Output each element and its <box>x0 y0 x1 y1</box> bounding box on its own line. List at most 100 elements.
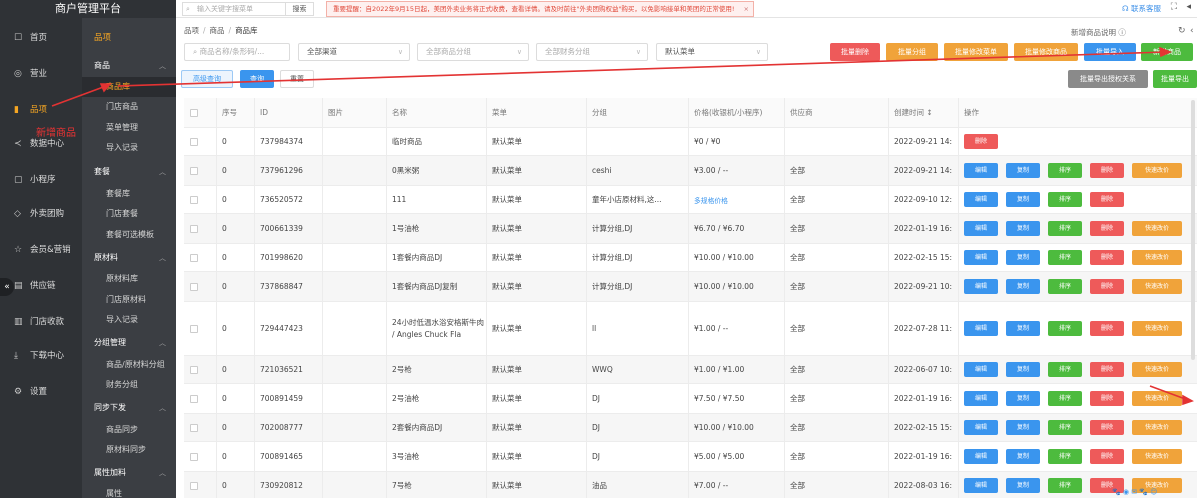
submenu-group-0[interactable]: 商品 ︿ <box>82 56 176 76</box>
submenu-group-3[interactable]: 分组管理 ︿ <box>82 333 176 353</box>
submenu-item[interactable]: 门店套餐 <box>82 204 176 224</box>
quick-button[interactable]: 快速改价 <box>1132 163 1182 178</box>
breadcrumb-item[interactable]: 品项 <box>184 26 199 35</box>
advanced-query-button[interactable]: 高级查询 <box>181 70 233 88</box>
del-button[interactable]: 删除 <box>964 134 998 149</box>
sort-button[interactable]: 排序 <box>1048 449 1082 464</box>
top-caret-icon[interactable]: ◂ <box>1186 2 1191 12</box>
sort-button[interactable]: 排序 <box>1048 192 1082 207</box>
sort-button[interactable]: 排序 <box>1048 250 1082 265</box>
quick-button[interactable]: 快速改价 <box>1132 279 1182 294</box>
query-button[interactable]: 查询 <box>240 70 274 88</box>
submenu-group-5[interactable]: 属性加料 ︿ <box>82 463 176 483</box>
refresh-icon[interactable]: ↻ <box>1178 26 1186 36</box>
quick-button[interactable]: 快速改价 <box>1132 449 1182 464</box>
sidebar-item-6[interactable]: ☆ 会员&营销 <box>0 240 82 260</box>
row-checkbox[interactable] <box>190 324 198 333</box>
row-checkbox[interactable] <box>190 365 198 374</box>
copy-button[interactable]: 复制 <box>1006 321 1040 336</box>
submenu-group-2[interactable]: 原材料 ︿ <box>82 248 176 268</box>
row-checkbox[interactable] <box>190 195 198 204</box>
reset-button[interactable]: 重置 <box>280 70 314 88</box>
copy-button[interactable]: 复制 <box>1006 163 1040 178</box>
copy-button[interactable]: 复制 <box>1006 391 1040 406</box>
category-select[interactable]: 全部商品分组 ∨ <box>417 43 529 61</box>
row-checkbox[interactable] <box>190 137 198 146</box>
submenu-item[interactable]: 财务分组 <box>82 375 176 395</box>
batch-export-button[interactable]: 批量导出 <box>1153 70 1197 88</box>
submenu-item[interactable]: 属性 <box>82 484 176 498</box>
batch-export-auth-button[interactable]: 批量导出授权关系 <box>1068 70 1148 88</box>
copy-button[interactable]: 复制 <box>1006 221 1040 236</box>
batch-import-button[interactable]: 批量导入 <box>1084 43 1136 61</box>
submenu-item[interactable]: 门店商品 <box>82 97 176 117</box>
column-header-created[interactable]: 创建时间 ↕ <box>894 98 962 127</box>
sort-button[interactable]: 排序 <box>1048 279 1082 294</box>
batch-edit-product-button[interactable]: 批量修改商品 <box>1014 43 1078 61</box>
quick-button[interactable]: 快速改价 <box>1132 221 1182 236</box>
del-button[interactable]: 删除 <box>1090 321 1124 336</box>
edit-button[interactable]: 编辑 <box>964 391 998 406</box>
sort-button[interactable]: 排序 <box>1048 420 1082 435</box>
edit-button[interactable]: 编辑 <box>964 221 998 236</box>
copy-button[interactable]: 复制 <box>1006 250 1040 265</box>
batch-delete-button[interactable]: 批量删除 <box>830 43 880 61</box>
row-checkbox[interactable] <box>190 394 198 403</box>
submenu-item[interactable]: 原材料同步 <box>82 440 176 460</box>
submenu-group-1[interactable]: 套餐 ︿ <box>82 162 176 182</box>
sort-button[interactable]: 排序 <box>1048 321 1082 336</box>
breadcrumb-item[interactable]: 商品 <box>210 26 225 35</box>
edit-button[interactable]: 编辑 <box>964 192 998 207</box>
edit-button[interactable]: 编辑 <box>964 362 998 377</box>
submenu-item[interactable]: 商品库 <box>82 77 176 97</box>
more-icon[interactable]: ‹ <box>1190 26 1194 36</box>
edit-button[interactable]: 编辑 <box>964 478 998 493</box>
sidebar-item-10[interactable]: ⚙ 设置 <box>0 382 82 402</box>
submenu-item[interactable]: 商品同步 <box>82 420 176 440</box>
submenu-item[interactable]: 导入记录 <box>82 310 176 330</box>
copy-button[interactable]: 复制 <box>1006 279 1040 294</box>
quick-button[interactable]: 快速改价 <box>1132 250 1182 265</box>
del-button[interactable]: 删除 <box>1090 163 1124 178</box>
sidebar-item-1[interactable]: ◎ 营业 <box>0 64 82 84</box>
finance-group-select[interactable]: 全部财务分组 ∨ <box>536 43 648 61</box>
menu-search-input[interactable]: ⌕ 输入关键字搜菜单 <box>182 2 286 16</box>
copy-button[interactable]: 复制 <box>1006 478 1040 493</box>
row-checkbox[interactable] <box>190 253 198 262</box>
submenu-item[interactable]: 门店原材料 <box>82 290 176 310</box>
quick-button[interactable]: 快速改价 <box>1132 391 1182 406</box>
sort-button[interactable]: 排序 <box>1048 391 1082 406</box>
submenu-item[interactable]: 原材料库 <box>82 269 176 289</box>
submenu-item[interactable]: 导入记录 <box>82 138 176 158</box>
table-scrollbar[interactable] <box>1191 100 1195 360</box>
row-checkbox[interactable] <box>190 481 198 490</box>
del-button[interactable]: 删除 <box>1090 192 1124 207</box>
sidebar-item-5[interactable]: ◇ 外卖团购 <box>0 204 82 224</box>
quick-button[interactable]: 快速改价 <box>1132 420 1182 435</box>
edit-button[interactable]: 编辑 <box>964 250 998 265</box>
row-checkbox[interactable] <box>190 452 198 461</box>
submenu-item[interactable]: 菜单管理 <box>82 118 176 138</box>
sidebar-item-9[interactable]: ⤓ 下载中心 <box>0 346 82 366</box>
copy-button[interactable]: 复制 <box>1006 420 1040 435</box>
sidebar-item-0[interactable]: ☐ 首页 <box>0 28 82 48</box>
sidebar-item-4[interactable]: ▢ 小程序 <box>0 170 82 190</box>
select-all-checkbox[interactable] <box>190 108 198 117</box>
edit-button[interactable]: 编辑 <box>964 163 998 178</box>
product-name-search-input[interactable]: ⌕ 商品名称/条形码/... <box>184 43 290 61</box>
multi-spec-price-link[interactable]: 多规格价格 <box>694 195 728 205</box>
copy-button[interactable]: 复制 <box>1006 362 1040 377</box>
del-button[interactable]: 删除 <box>1090 449 1124 464</box>
del-button[interactable]: 删除 <box>1090 250 1124 265</box>
row-checkbox[interactable] <box>190 224 198 233</box>
menu-search-button[interactable]: 搜索 <box>286 2 314 16</box>
submenu-group-4[interactable]: 同步下发 ︿ <box>82 398 176 418</box>
copy-button[interactable]: 复制 <box>1006 192 1040 207</box>
channel-select[interactable]: 全部渠道 ∨ <box>298 43 410 61</box>
fullscreen-icon[interactable]: ⛶ <box>1171 2 1177 12</box>
edit-button[interactable]: 编辑 <box>964 279 998 294</box>
submenu-item[interactable]: 套餐库 <box>82 184 176 204</box>
sort-button[interactable]: 排序 <box>1048 478 1082 493</box>
batch-group-button[interactable]: 批量分组 <box>886 43 938 61</box>
add-product-help-link[interactable]: 新增商品说明 ⓘ <box>1071 27 1126 38</box>
